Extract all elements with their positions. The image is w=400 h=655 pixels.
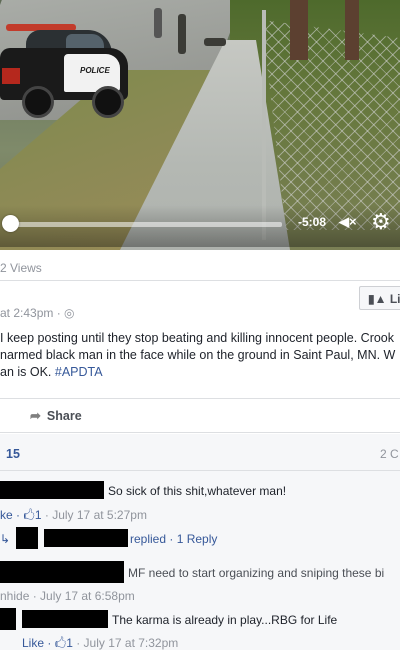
redacted-avatar — [16, 527, 38, 549]
view-replies-link[interactable]: replied · 1 Reply — [130, 532, 217, 546]
comment-text: MF need to start organizing and sniping … — [128, 566, 385, 580]
post-text-line: narmed black man in the face while on th… — [0, 348, 396, 362]
thumbs-up-icon: 🖒 — [23, 508, 35, 522]
like-page-button[interactable]: ▮▲ Lik — [359, 286, 400, 310]
hashtag-link[interactable]: #APDTA — [55, 365, 103, 379]
thumbs-up-icon: ▮▲ — [368, 292, 390, 306]
comment-count[interactable]: 2 C — [380, 447, 399, 461]
reply-arrow-icon: ↳ — [0, 532, 11, 546]
redacted-avatar — [0, 608, 16, 630]
person-figure — [154, 8, 162, 38]
comment-meta[interactable]: nhide · July 17 at 6:58pm — [0, 589, 135, 603]
post-text-line: an is OK. #APDTA — [0, 364, 400, 381]
car-wheel — [92, 86, 124, 118]
chain-link-fence — [262, 20, 400, 230]
post-timestamp[interactable]: at 2:43pm · ◎ — [0, 306, 75, 320]
video-player[interactable]: POLICE -5:08 ◀× ⚙ — [0, 0, 400, 250]
share-label: Share — [46, 409, 82, 423]
like-count: 1 — [34, 508, 42, 522]
tree-trunk — [290, 0, 308, 60]
share-arrow-icon: ➦ — [30, 408, 41, 423]
post-text-line: I keep posting until they stop beating a… — [0, 331, 395, 345]
post-timestamp-text: at 2:43pm · — [0, 306, 61, 320]
video-time-remaining: -5:08 — [298, 215, 327, 229]
comment-meta: Like · 🖒1 · July 17 at 7:32pm — [22, 634, 178, 655]
redacted-name — [0, 561, 124, 583]
gear-icon[interactable]: ⚙ — [371, 209, 391, 235]
post-text-fragment: an is OK. — [0, 365, 55, 379]
thumbs-up-icon: 🖒 — [54, 636, 67, 650]
redacted-name — [44, 529, 128, 547]
tree-trunk — [345, 0, 359, 60]
car-label: POLICE — [80, 66, 110, 75]
video-controls: -5:08 ◀× ⚙ — [0, 205, 400, 247]
redacted-name — [22, 610, 108, 628]
like-link[interactable]: ke · — [0, 508, 23, 522]
like-link[interactable]: Like · — [22, 636, 55, 650]
comment-text: So sick of this shit,whatever man! — [108, 484, 287, 498]
car-wheel — [22, 86, 54, 118]
comment-time[interactable]: · July 17 at 5:27pm — [42, 508, 147, 522]
car-taillight — [2, 68, 20, 84]
comment-text: The karma is already in play...RBG for L… — [112, 613, 338, 627]
divider — [0, 398, 400, 399]
police-car: POLICE — [0, 16, 130, 118]
mute-icon[interactable]: ◀× — [339, 214, 357, 230]
view-count: 2 Views — [0, 261, 42, 275]
video-scrubber-handle[interactable] — [2, 215, 19, 232]
comment-time[interactable]: · July 17 at 7:32pm — [73, 636, 178, 650]
comment-meta: ke · 🖒1 · July 17 at 5:27pm — [0, 506, 147, 527]
post-body: I keep posting until they stop beating a… — [0, 330, 400, 381]
share-button[interactable]: ➦ Share — [30, 408, 82, 424]
video-progress-bar[interactable] — [10, 222, 282, 227]
divider — [0, 470, 400, 471]
redacted-name — [0, 481, 104, 499]
person-on-ground — [204, 38, 226, 46]
like-count: 1 — [66, 636, 73, 650]
likes-count[interactable]: 15 — [6, 447, 20, 461]
divider — [0, 280, 400, 281]
divider — [0, 432, 400, 433]
like-page-label: Lik — [389, 292, 400, 306]
person-figure — [178, 14, 186, 54]
globe-icon: ◎ — [64, 306, 75, 320]
